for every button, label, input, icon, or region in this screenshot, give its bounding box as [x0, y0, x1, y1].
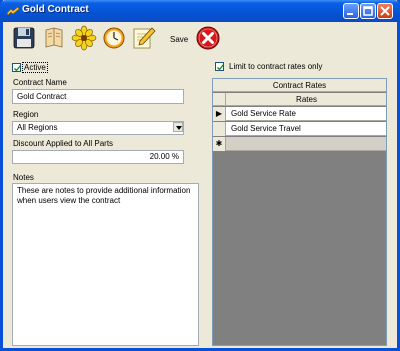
new-rate-cell[interactable]: [227, 137, 386, 151]
region-label: Region: [13, 110, 39, 119]
close-icon: [380, 6, 390, 16]
minimize-icon: [347, 13, 353, 15]
save-icon[interactable]: [11, 25, 37, 51]
flower-icon[interactable]: [71, 25, 97, 51]
limit-rates-checkbox[interactable]: [215, 62, 225, 71]
active-label[interactable]: Active: [22, 62, 48, 73]
limit-rates-label[interactable]: Limit to contract rates only: [229, 62, 322, 71]
row-selector[interactable]: [213, 122, 226, 136]
edit-pencil-icon[interactable]: [131, 25, 157, 51]
client-area: Save Active Contract Name Gold Contract …: [3, 22, 397, 348]
discount-field[interactable]: 20.00 %: [12, 150, 184, 164]
save-label[interactable]: Save: [170, 35, 188, 44]
maximize-button[interactable]: [360, 3, 376, 19]
notes-textarea[interactable]: These are notes to provide additional in…: [12, 183, 199, 346]
table-row[interactable]: ▶ Gold Service Rate: [213, 107, 386, 121]
new-row[interactable]: ✱: [213, 137, 386, 151]
minimize-button[interactable]: [343, 3, 359, 19]
checkmark-icon: [217, 64, 225, 71]
title-bar[interactable]: Gold Contract: [0, 0, 400, 22]
region-dropdown-button[interactable]: [173, 122, 183, 132]
active-checkbox[interactable]: [12, 63, 22, 72]
rate-cell[interactable]: Gold Service Travel: [231, 122, 301, 136]
close-button[interactable]: [377, 3, 393, 19]
app-icon: [6, 6, 20, 16]
toolbar: Save: [11, 25, 231, 53]
checkmark-icon: [14, 65, 22, 72]
region-select[interactable]: All Regions: [12, 121, 184, 135]
rate-cell[interactable]: Gold Service Rate: [231, 107, 296, 121]
contract-rates-grid: Contract Rates Rates ▶ Gold Service Rate…: [212, 78, 387, 346]
delete-icon[interactable]: [195, 25, 221, 51]
chevron-down-icon: [176, 126, 182, 130]
region-value: All Regions: [12, 121, 184, 135]
table-row[interactable]: Gold Service Travel: [213, 122, 386, 136]
window-title: Gold Contract: [22, 4, 89, 15]
book-icon[interactable]: [41, 25, 67, 51]
clock-icon[interactable]: [101, 25, 127, 51]
maximize-icon: [363, 6, 373, 16]
grid-header: Rates: [213, 93, 386, 106]
contract-window: Gold Contract Save Active Contract Name …: [0, 0, 400, 351]
grid-caption: Contract Rates: [213, 79, 386, 92]
column-header-rates[interactable]: Rates: [227, 93, 386, 106]
contract-name-field[interactable]: Gold Contract: [12, 89, 184, 104]
row-selector-icon[interactable]: ▶: [213, 107, 226, 121]
grid-header-corner: [213, 93, 226, 106]
discount-label: Discount Applied to All Parts: [13, 139, 114, 148]
contract-name-label: Contract Name: [13, 78, 67, 87]
notes-label: Notes: [13, 173, 34, 182]
new-row-icon[interactable]: ✱: [213, 137, 226, 151]
